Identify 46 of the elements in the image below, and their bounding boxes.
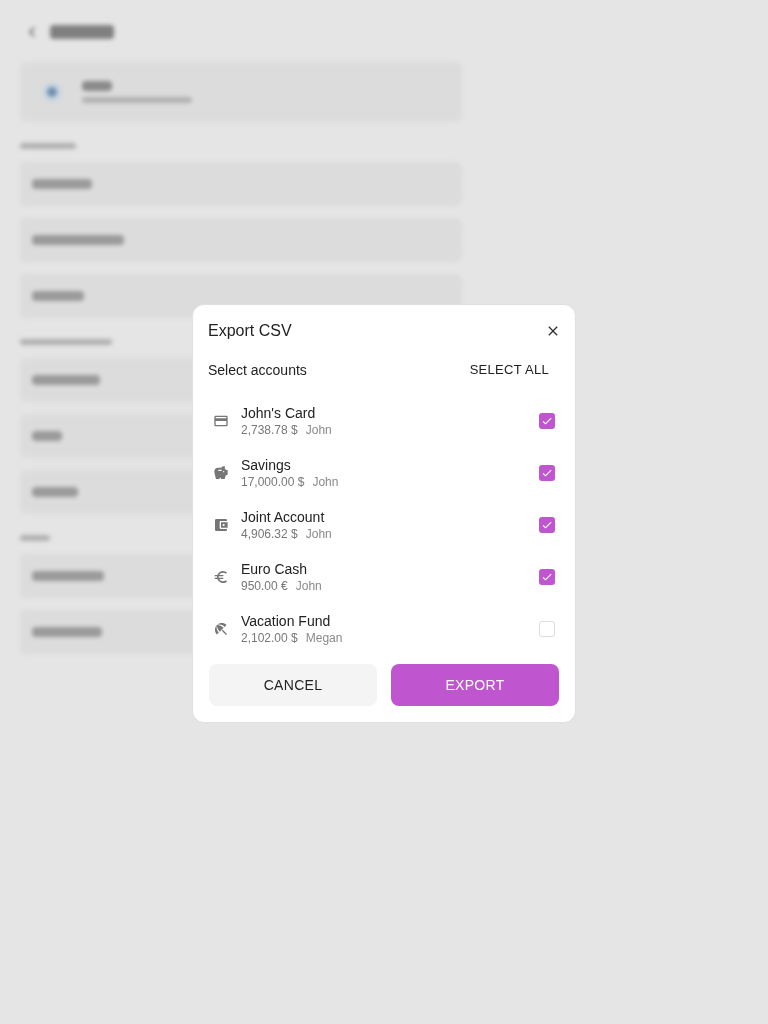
blurred-text (32, 571, 104, 581)
account-owner: John (295, 578, 322, 594)
account-balance: 17,000.00 $ (241, 474, 305, 490)
checkbox[interactable] (539, 517, 555, 533)
account-name: Joint Account (241, 508, 326, 526)
account-balance: 2,102.00 $ (241, 630, 298, 646)
account-balance: 950.00 € (241, 578, 288, 594)
piggy-bank-icon (213, 465, 229, 481)
blurred-text (32, 627, 102, 637)
dialog-title: Export CSV (208, 321, 292, 341)
account-owner: John (312, 474, 339, 490)
blurred-text (32, 291, 84, 301)
blurred-text (50, 25, 114, 39)
check-icon (541, 519, 553, 531)
blurred-text (20, 535, 50, 541)
blurred-text (32, 179, 92, 189)
credit-card-icon (213, 413, 229, 429)
blurred-text (32, 431, 62, 441)
blurred-text (32, 487, 78, 497)
account-owner: Megan (305, 630, 343, 646)
checkbox[interactable] (539, 465, 555, 481)
beach-umbrella-icon (213, 621, 229, 637)
checkbox[interactable] (539, 569, 555, 585)
blurred-text (32, 375, 100, 385)
account-name: Euro Cash (241, 560, 309, 578)
check-icon (541, 467, 553, 479)
blurred-text (20, 143, 76, 149)
account-owner: John (305, 526, 332, 542)
checkbox[interactable] (539, 621, 555, 637)
account-name: John's Card (241, 404, 317, 422)
blurred-text (82, 81, 112, 91)
avatar-icon (42, 82, 62, 102)
check-icon (541, 415, 553, 427)
account-owner: John (305, 422, 332, 438)
euro-icon (213, 569, 229, 585)
account-balance: 2,738.78 $ (241, 422, 298, 438)
cancel-button[interactable]: CANCEL (209, 664, 377, 706)
account-name: Savings (241, 456, 292, 474)
wallet-icon (213, 517, 229, 533)
account-name: Vacation Fund (241, 612, 332, 630)
account-balance: 4,906.32 $ (241, 526, 298, 542)
export-button[interactable]: EXPORT (391, 664, 559, 706)
check-icon (541, 571, 553, 583)
checkbox[interactable] (539, 413, 555, 429)
select-all-button[interactable]: SELECT ALL (461, 355, 557, 385)
section-label: Select accounts (208, 360, 307, 380)
